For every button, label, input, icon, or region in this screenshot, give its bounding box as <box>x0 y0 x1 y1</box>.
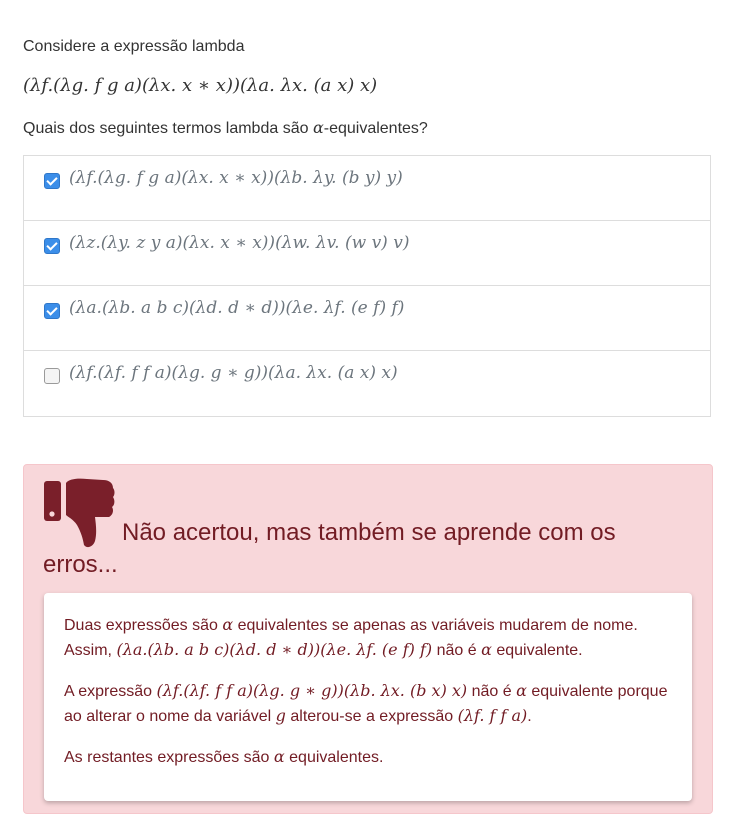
option-label: (λf.(λf. f f a)(λg. g ∗ g))(λa. λx. (a x… <box>69 363 398 383</box>
option-row[interactable]: (λz.(λy. z y a)(λx. x ∗ x))(λw. λv. (w v… <box>24 221 710 286</box>
question-intro: Considere a expressão lambda <box>23 38 245 55</box>
option-row[interactable]: (λf.(λg. f g a)(λx. x ∗ x))(λb. λy. (b y… <box>24 156 710 221</box>
option-row[interactable]: (λa.(λb. a b c)(λd. d ∗ d))(λe. λf. (e f… <box>24 286 710 351</box>
option-row[interactable]: (λf.(λf. f f a)(λg. g ∗ g))(λa. λx. (a x… <box>24 351 710 416</box>
prompt-text-2: -equivalentes? <box>323 120 428 137</box>
option-label: (λa.(λb. a b c)(λd. d ∗ d))(λe. λf. (e f… <box>69 298 405 318</box>
option-label: (λf.(λg. f g a)(λx. x ∗ x))(λb. λy. (b y… <box>69 168 403 188</box>
option-label: (λz.(λy. z y a)(λx. x ∗ x))(λw. λv. (w v… <box>69 233 410 253</box>
explanation-paragraph-2: A expressão (λf.(λf. f f a)(λg. g ∗ g))(… <box>64 681 668 725</box>
option-checkbox-2[interactable] <box>44 238 60 254</box>
option-checkbox-4[interactable] <box>44 368 60 384</box>
answer-options: (λf.(λg. f g a)(λx. x ∗ x))(λb. λy. (b y… <box>23 155 711 417</box>
question-prompt: Quais dos seguintes termos lambda são α-… <box>23 118 428 138</box>
option-checkbox-3[interactable] <box>44 303 60 319</box>
feedback-title: Não acertou, mas também se aprende com o… <box>43 519 616 578</box>
feedback-alert: Não acertou, mas também se aprende com o… <box>23 464 713 814</box>
explanation-paragraph-1: Duas expressões são α equivalentes se ap… <box>64 615 638 659</box>
alpha-symbol: α <box>312 118 324 137</box>
feedback-explanation: Duas expressões são α equivalentes se ap… <box>44 593 692 801</box>
prompt-text-1: Quais dos seguintes termos lambda são <box>23 120 313 137</box>
explanation-paragraph-3: As restantes expressões são α equivalent… <box>64 747 384 766</box>
lambda-expression: (λf.(λg. f g a)(λx. x ∗ x))(λa. λx. (a x… <box>23 75 378 96</box>
option-checkbox-1[interactable] <box>44 173 60 189</box>
